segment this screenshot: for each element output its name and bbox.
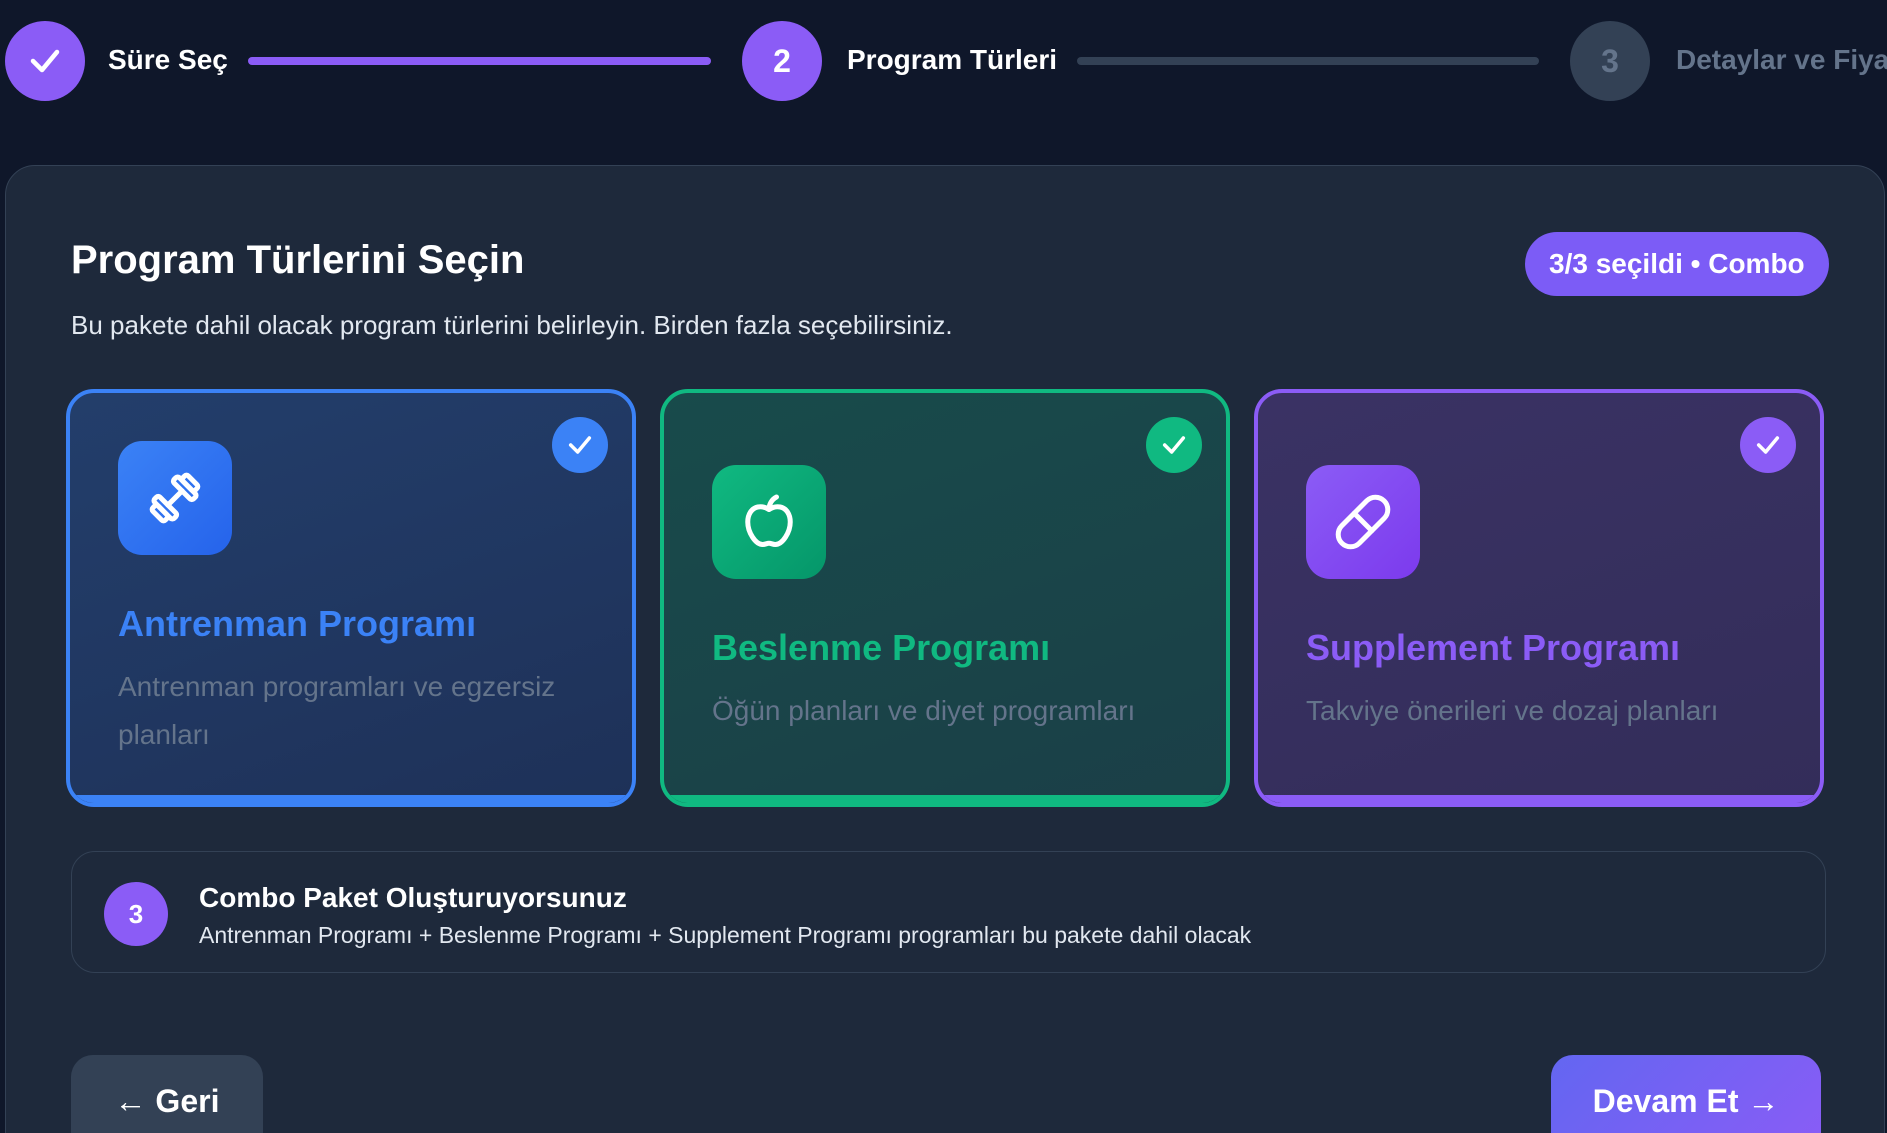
selected-check-badge (1146, 417, 1202, 473)
back-button[interactable]: ← Geri (71, 1055, 263, 1133)
step-3-circle[interactable]: 3 (1570, 21, 1650, 101)
step-connector-1 (248, 57, 711, 65)
dumbbell-icon (118, 441, 232, 555)
card-title: Antrenman Programı (118, 603, 477, 644)
combo-info-box: 3 Combo Paket Oluşturuyorsunuz Antrenman… (71, 851, 1826, 973)
pill-icon (1306, 465, 1420, 579)
selection-badge: 3/3 seçildi • Combo (1525, 232, 1829, 296)
step-2-circle[interactable]: 2 (742, 21, 822, 101)
page-subtitle: Bu pakete dahil olacak program türlerini… (71, 310, 953, 340)
card-description: Antrenman programları ve egzersiz planla… (118, 671, 556, 750)
card-description: Takviye önerileri ve dozaj planları (1306, 695, 1719, 726)
step-1-circle[interactable] (5, 21, 85, 101)
card-title: Supplement Programı (1306, 627, 1681, 668)
card-accent-bar (70, 795, 632, 803)
check-icon (1756, 436, 1780, 454)
card-accent-bar (664, 795, 1226, 803)
check-icon (1162, 436, 1186, 454)
card-supplement[interactable]: Supplement Programı Takviye önerileri ve… (1254, 389, 1824, 807)
selected-check-badge (552, 417, 608, 473)
step-3-label[interactable]: Detaylar ve Fiyat (1676, 44, 1887, 76)
card-title: Beslenme Programı (712, 627, 1051, 668)
card-description: Öğün planları ve diyet programları (712, 695, 1136, 726)
selected-check-badge (1740, 417, 1796, 473)
program-type-panel: Program Türlerini Seçin Bu pakete dahil … (5, 165, 1885, 1133)
check-icon (568, 436, 592, 454)
check-icon (30, 49, 60, 73)
card-accent-bar (1258, 795, 1820, 803)
page-title: Program Türlerini Seçin (71, 238, 525, 282)
step-connector-2 (1077, 57, 1539, 65)
apple-icon (712, 465, 826, 579)
continue-button[interactable]: Devam Et → (1551, 1055, 1821, 1133)
combo-count-badge: 3 (104, 882, 168, 946)
step-2-label[interactable]: Program Türleri (847, 44, 1057, 76)
card-antrenman[interactable]: Antrenman Programı Antrenman programları… (66, 389, 636, 807)
card-beslenme[interactable]: Beslenme Programı Öğün planları ve diyet… (660, 389, 1230, 807)
combo-description: Antrenman Programı + Beslenme Programı +… (199, 922, 1252, 948)
step-1-label[interactable]: Süre Seç (108, 44, 228, 76)
stepper: Süre Seç 2 Program Türleri 3 Detaylar ve… (0, 0, 1887, 125)
combo-title: Combo Paket Oluşturuyorsunuz (199, 882, 627, 913)
